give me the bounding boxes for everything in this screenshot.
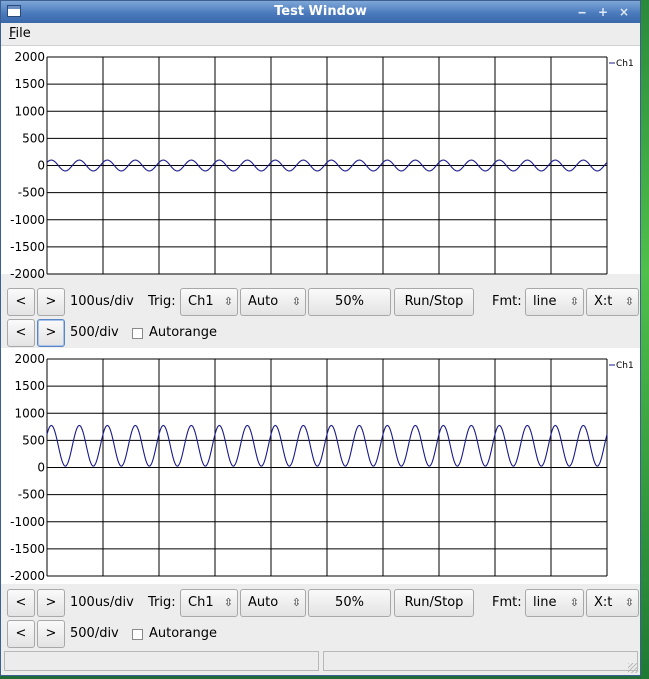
xaxis-value: X:t — [594, 595, 613, 610]
scope-plot-2: 2000 1500 1000 500 0 -500 -1000 -1500 -2000 Ch1 — [1, 348, 640, 584]
trig-channel-select[interactable]: Ch1 ⇳ — [180, 589, 238, 617]
trig-channel-select[interactable]: Ch1 ⇳ — [180, 288, 238, 316]
desktop-background — [641, 0, 649, 679]
run-stop-button[interactable]: Run/Stop — [394, 589, 474, 617]
y-tick-label: 500 — [22, 131, 45, 145]
trig-label: Trig: — [148, 595, 176, 610]
time-prev-button[interactable]: < — [7, 288, 35, 316]
volt-prev-button[interactable]: < — [7, 620, 35, 648]
status-field-left — [4, 651, 319, 671]
menu-file-label: ile — [15, 26, 31, 41]
y-tick-label: 2000 — [14, 50, 45, 64]
trig-label: Trig: — [148, 294, 176, 309]
spin-arrows-icon: ⇳ — [624, 295, 634, 308]
legend-label: Ch1 — [616, 59, 634, 69]
fmt-select[interactable]: line ⇳ — [525, 589, 584, 617]
trig-mode-select[interactable]: Auto ⇳ — [240, 288, 306, 316]
spin-arrows-icon: ⇳ — [291, 295, 301, 308]
fmt-label: Fmt: — [492, 595, 522, 610]
legend-label: Ch1 — [616, 361, 634, 371]
spin-arrows-icon: ⇳ — [624, 596, 634, 609]
trig-mode-value: Auto — [248, 294, 279, 309]
autorange-checkbox[interactable] — [132, 328, 143, 339]
app-window: Test Window ‒ + × File 2000 1500 1000 500 0 -… — [0, 0, 641, 676]
scope-controls-1: < > 100us/div Trig: Ch1 ⇳ Auto ⇳ 50% Run/S… — [1, 284, 640, 348]
menu-file[interactable]: File — [9, 26, 31, 41]
y-tick-label: -1500 — [10, 542, 45, 556]
fmt-value: line — [533, 595, 557, 610]
minimize-icon[interactable]: ‒ — [573, 4, 591, 20]
y-tick-label: 2000 — [14, 352, 45, 366]
status-bar — [1, 649, 640, 675]
trig-level-button[interactable]: 50% — [308, 288, 391, 316]
spin-arrows-icon: ⇳ — [291, 596, 301, 609]
time-next-button[interactable]: > — [37, 589, 65, 617]
y-tick-label: 1000 — [14, 406, 45, 420]
maximize-icon[interactable]: + — [594, 4, 612, 20]
xaxis-value: X:t — [594, 294, 613, 309]
y-tick-label: 500 — [22, 433, 45, 447]
spin-arrows-icon: ⇳ — [223, 295, 233, 308]
volt-div-label: 500/div — [70, 626, 119, 641]
xaxis-select[interactable]: X:t ⇳ — [586, 589, 639, 617]
fmt-label: Fmt: — [492, 294, 522, 309]
volt-div-label: 500/div — [70, 325, 119, 340]
time-next-button[interactable]: > — [37, 288, 65, 316]
menu-bar: File — [1, 23, 640, 46]
close-icon[interactable]: × — [615, 4, 633, 20]
trig-mode-value: Auto — [248, 595, 279, 610]
trig-level-button[interactable]: 50% — [308, 589, 391, 617]
trig-channel-value: Ch1 — [188, 595, 214, 610]
xaxis-select[interactable]: X:t ⇳ — [586, 288, 639, 316]
trig-channel-value: Ch1 — [188, 294, 214, 309]
volt-next-button[interactable]: > — [37, 319, 65, 347]
y-tick-label: -500 — [18, 488, 45, 502]
y-tick-label: -1000 — [10, 213, 45, 227]
spin-arrows-icon: ⇳ — [569, 596, 579, 609]
timebase-label: 100us/div — [70, 294, 134, 309]
status-field-right — [323, 651, 638, 671]
scope-plot-1: 2000 1500 1000 500 0 -500 -1000 -1500 -2000 Ch1 — [1, 46, 640, 281]
y-tick-label: 1500 — [14, 379, 45, 393]
window-title: Test Window — [274, 4, 367, 19]
spin-arrows-icon: ⇳ — [569, 295, 579, 308]
resize-grip-icon[interactable] — [628, 663, 638, 673]
plot-canvas-2: 2000 1500 1000 500 0 -500 -1000 -1500 -2000 Ch1 — [10, 352, 634, 583]
autorange-label: Autorange — [149, 325, 217, 340]
y-tick-label: 1500 — [14, 77, 45, 91]
y-tick-label: -1000 — [10, 515, 45, 529]
y-tick-label: 1000 — [14, 104, 45, 118]
y-tick-label: 0 — [37, 159, 45, 173]
y-tick-label: -2000 — [10, 569, 45, 583]
plot-canvas-1: 2000 1500 1000 500 0 -500 -1000 -1500 -2000 Ch1 — [10, 50, 634, 281]
fmt-value: line — [533, 294, 557, 309]
run-stop-button[interactable]: Run/Stop — [394, 288, 474, 316]
title-bar[interactable]: Test Window ‒ + × — [1, 1, 640, 23]
fmt-select[interactable]: line ⇳ — [525, 288, 584, 316]
scope-controls-2: < > 100us/div Trig: Ch1 ⇳ Auto ⇳ 50% Run/S… — [1, 585, 640, 649]
trig-mode-select[interactable]: Auto ⇳ — [240, 589, 306, 617]
autorange-label: Autorange — [149, 626, 217, 641]
y-tick-label: -2000 — [10, 267, 45, 281]
timebase-label: 100us/div — [70, 595, 134, 610]
y-tick-label: -1500 — [10, 240, 45, 254]
y-tick-label: 0 — [37, 461, 45, 475]
spin-arrows-icon: ⇳ — [223, 596, 233, 609]
time-prev-button[interactable]: < — [7, 589, 35, 617]
autorange-checkbox[interactable] — [132, 629, 143, 640]
volt-prev-button[interactable]: < — [7, 319, 35, 347]
volt-next-button[interactable]: > — [37, 620, 65, 648]
y-tick-label: -500 — [18, 186, 45, 200]
